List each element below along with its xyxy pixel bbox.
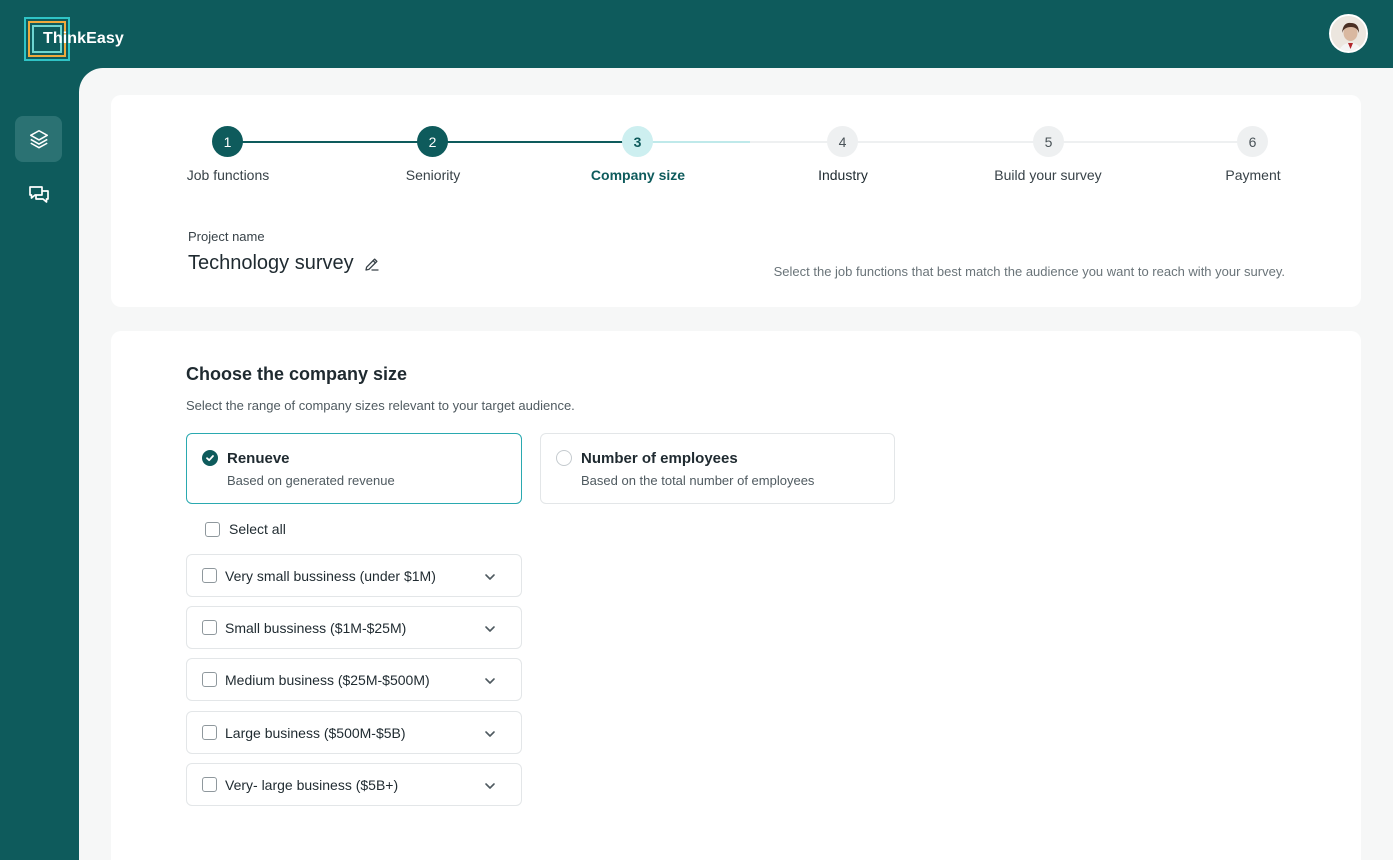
brand-name: ThinkEasy [43, 30, 124, 47]
checkbox-icon[interactable] [202, 620, 217, 635]
step-5-circle[interactable]: 5 [1033, 126, 1064, 157]
range-label: Medium business ($25M-$500M) [225, 671, 430, 688]
select-all-label: Select all [229, 521, 286, 537]
option-employees-desc: Based on the total number of employees [581, 473, 815, 488]
range-row-very-small[interactable]: Very small bussiness (under $1M) [186, 554, 522, 597]
section-subtitle: Select the range of company sizes releva… [186, 398, 575, 413]
step-2-circle[interactable]: 2 [417, 126, 448, 157]
select-all-checkbox[interactable]: Select all [205, 521, 286, 537]
sidebar-item-projects[interactable] [15, 116, 62, 162]
step-4-circle[interactable]: 4 [827, 126, 858, 157]
section-title: Choose the company size [186, 364, 408, 384]
pencil-icon [365, 257, 379, 271]
chevron-down-icon[interactable] [483, 622, 497, 636]
user-avatar[interactable] [1329, 14, 1368, 53]
check-icon [206, 455, 214, 462]
option-employees[interactable]: Number of employees Based on the total n… [540, 433, 895, 504]
radio-checked-icon [202, 450, 218, 466]
project-name: Technology survey [188, 252, 381, 275]
range-row-very-large[interactable]: Very- large business ($5B+) [186, 763, 522, 806]
option-revenue[interactable]: Renueve Based on generated revenue [186, 433, 522, 504]
radio-unchecked-icon [556, 450, 572, 466]
range-row-medium[interactable]: Medium business ($25M-$500M) [186, 658, 522, 701]
checkbox-icon[interactable] [202, 568, 217, 583]
stepper-progress-current [637, 141, 750, 143]
step-1-label[interactable]: Job functions [187, 167, 270, 183]
step-hint: Select the job functions that best match… [773, 264, 1285, 279]
step-5-label[interactable]: Build your survey [994, 167, 1101, 183]
chevron-down-icon[interactable] [483, 570, 497, 584]
step-3-label[interactable]: Company size [591, 167, 685, 183]
sidebar-item-messages[interactable] [15, 171, 62, 217]
avatar-icon [1331, 16, 1366, 51]
project-name-text: Technology survey [188, 252, 354, 274]
range-label: Large business ($500M-$5B) [225, 724, 406, 741]
chevron-down-icon[interactable] [483, 727, 497, 741]
range-row-small[interactable]: Small bussiness ($1M-$25M) [186, 606, 522, 649]
step-6-label[interactable]: Payment [1225, 167, 1280, 183]
chat-icon [28, 186, 49, 203]
range-label: Very small bussiness (under $1M) [225, 567, 436, 584]
stepper-card: 1 2 3 4 5 6 Job functions Seniority Comp… [111, 95, 1361, 307]
stepper-progress-remaining [750, 141, 1253, 143]
chevron-down-icon[interactable] [483, 674, 497, 688]
checkbox-icon[interactable] [202, 725, 217, 740]
range-label: Very- large business ($5B+) [225, 776, 399, 793]
edit-project-name-button[interactable] [363, 255, 381, 273]
project-name-label: Project name [188, 229, 265, 244]
layers-icon [29, 129, 48, 149]
option-revenue-desc: Based on generated revenue [227, 473, 395, 488]
option-employees-title: Number of employees [581, 450, 738, 467]
step-6-circle[interactable]: 6 [1237, 126, 1268, 157]
step-2-label[interactable]: Seniority [406, 167, 460, 183]
range-label: Small bussiness ($1M-$25M) [225, 619, 407, 636]
step-3-circle[interactable]: 3 [622, 126, 653, 157]
step-1-circle[interactable]: 1 [212, 126, 243, 157]
main-content: 1 2 3 4 5 6 Job functions Seniority Comp… [79, 68, 1393, 860]
brand-logo[interactable]: ThinkEasy [24, 17, 134, 61]
checkbox-icon[interactable] [202, 777, 217, 792]
range-row-large[interactable]: Large business ($500M-$5B) [186, 711, 522, 754]
checkbox-icon [205, 521, 220, 537]
option-revenue-title: Renueve [227, 450, 290, 467]
checkbox-icon[interactable] [202, 672, 217, 687]
company-size-card: Choose the company size Select the range… [111, 331, 1361, 860]
step-4-label[interactable]: Industry [818, 167, 868, 183]
chevron-down-icon[interactable] [483, 779, 497, 793]
